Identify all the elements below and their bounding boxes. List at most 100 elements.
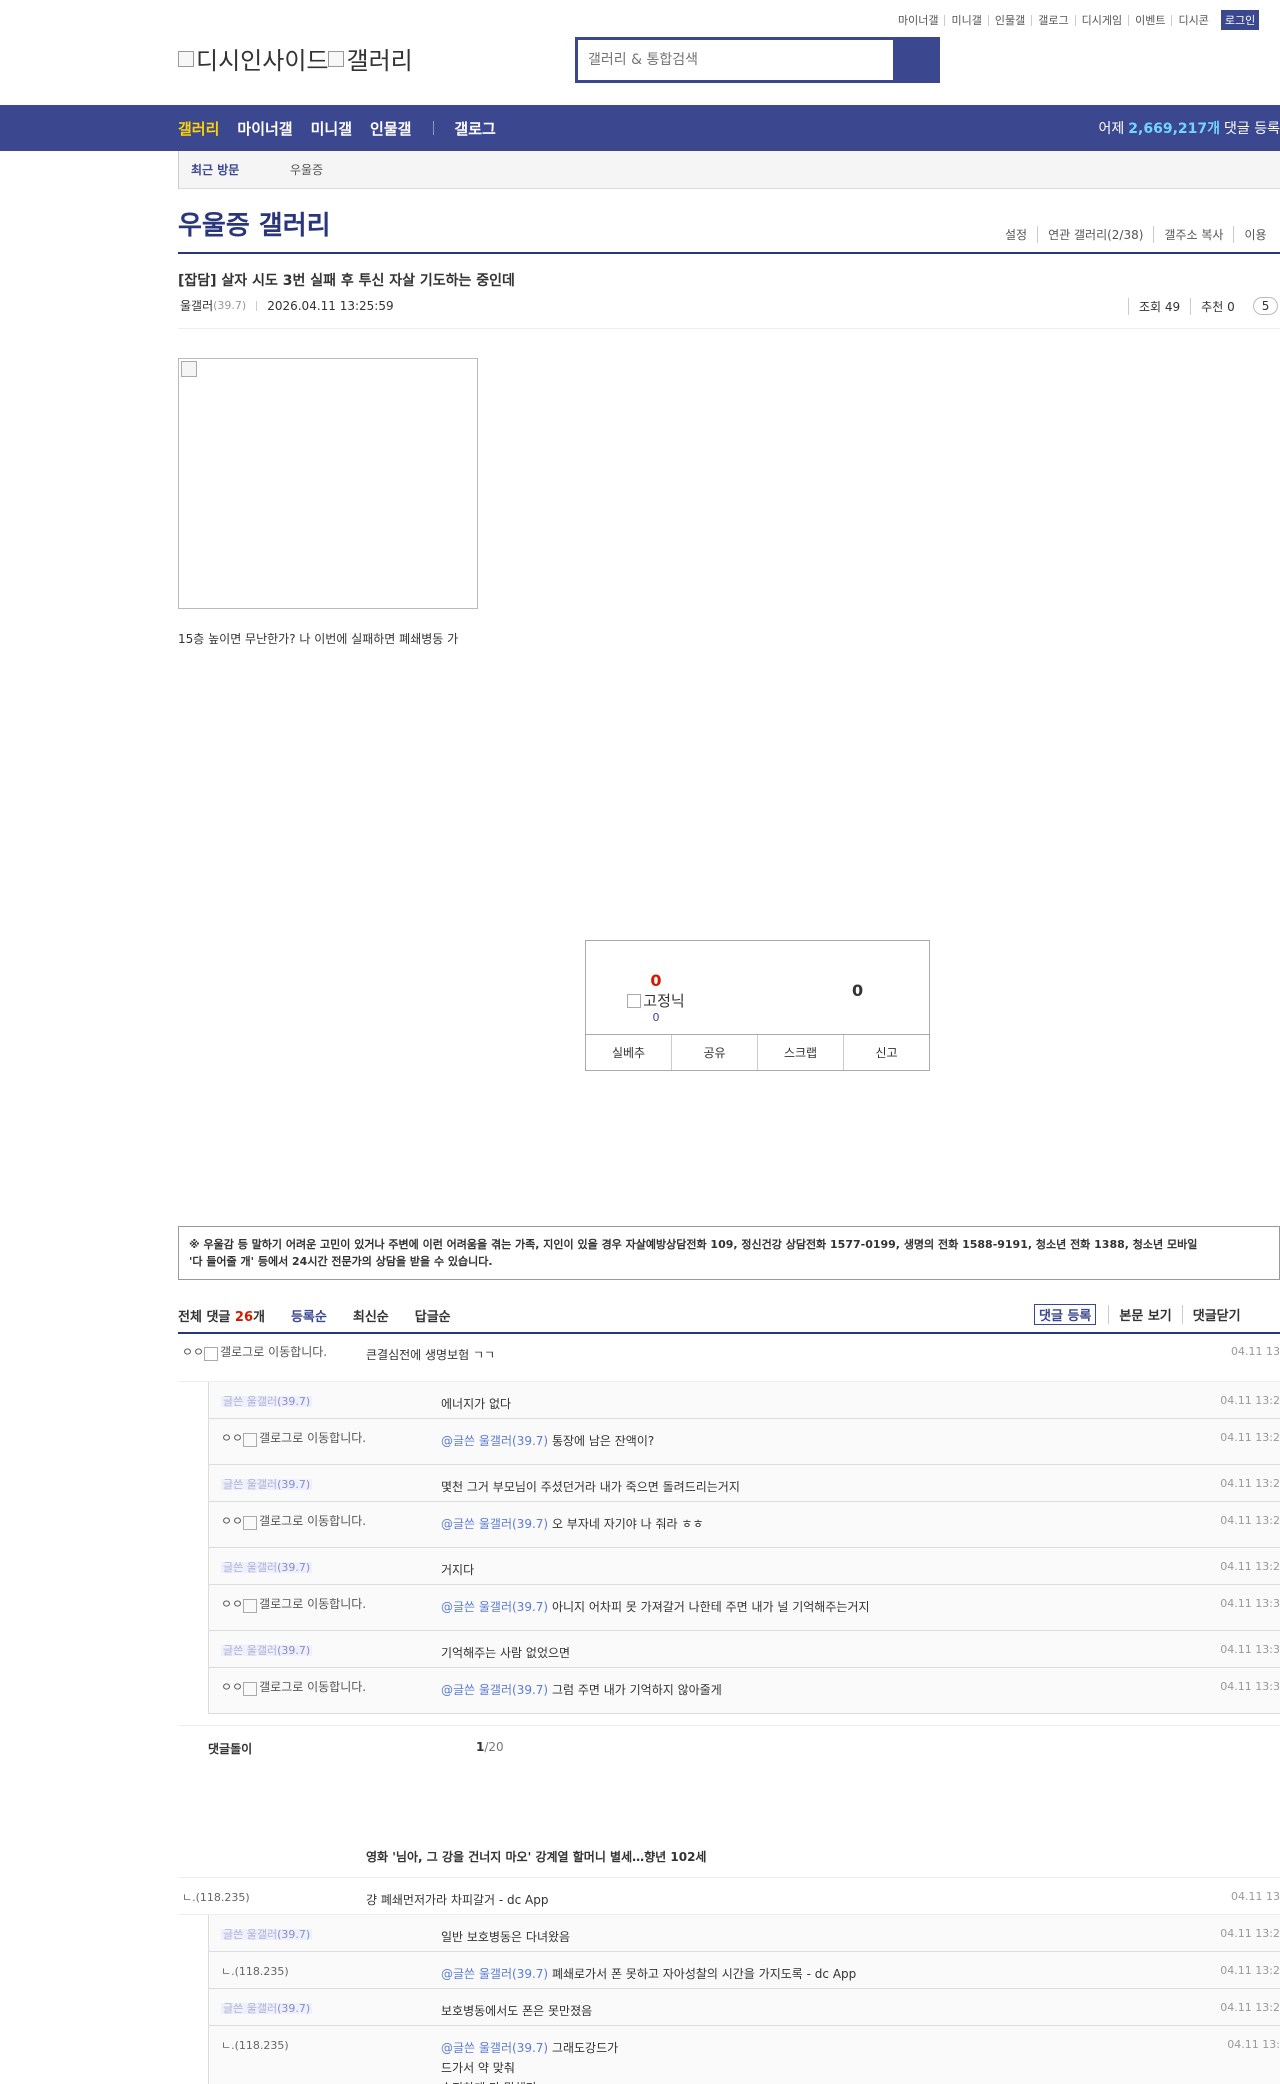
reply-row: 글쓴 울갤러(39.7) 일반 보호병동은 다녀왔음 04.11 13:2 [208, 1915, 1280, 1952]
copy-address-link[interactable]: 갤주소 복사 [1153, 226, 1233, 243]
broken-image-icon [243, 1433, 258, 1447]
util-link-minor[interactable]: 마이너갤 [892, 15, 944, 26]
comment-mention[interactable]: @글쓴 울갤러(39.7) [441, 1517, 548, 1531]
util-link-gallog[interactable]: 갤로그 [1031, 14, 1074, 26]
count-suffix: 댓글 등록 [1224, 121, 1280, 137]
main-nav: 갤러리 마이너갤 미니갤 인물갤 갤로그 어제 2,669,217개 댓글 등록 [0, 105, 1280, 151]
comment-mention[interactable]: @글쓴 울갤러(39.7) [441, 1600, 548, 1614]
post-body-text: 15층 높이면 무난한가? 나 이번에 실패하면 폐쇄병동 가 [178, 632, 459, 646]
search-button[interactable] [893, 40, 937, 80]
recent-visits-title[interactable]: 최근 방문 [178, 150, 290, 189]
util-link-game[interactable]: 디시게임 [1074, 14, 1128, 26]
post-header-divider [178, 328, 1280, 329]
news-headline[interactable]: 영화 '님아, 그 강을 건너지 마오' 강계열 할머니 별세…향년 102세 [366, 1848, 706, 1865]
post-comment-count[interactable]: 5 [1252, 297, 1279, 315]
notice-line-1: ※ 우울감 등 말하기 어려운 고민이 있거나 주변에 이런 어려움을 겪는 가… [189, 1238, 1198, 1251]
comment-writer[interactable]: 글쓴 울갤러(39.7) [221, 1396, 313, 1407]
vote-up-area[interactable]: 0 고정닉 0 [626, 971, 686, 1024]
site-logo[interactable]: 디시인사이드 갤러리 [178, 41, 413, 76]
sort-registered[interactable]: 등록순 [291, 1306, 327, 1325]
nav-item-person[interactable]: 인물갤 [370, 118, 411, 139]
comment-nick[interactable]: ㄴ.(118.235) [221, 2040, 289, 2051]
comment-text: 에너지가 없다 [441, 1394, 511, 1414]
comment-body: 그래도강드가 [551, 2041, 619, 2055]
search-input[interactable] [578, 40, 893, 80]
nav-item-gallery[interactable]: 갤러리 [178, 118, 219, 139]
comment-body: 몇천 그거 부모님이 주셨던거라 내가 죽으면 돌려드리는거지 [441, 1480, 740, 1494]
gallog-link-alt[interactable]: 갤로그로 이동합니다. [259, 1432, 366, 1444]
comment-text: @글쓴 울갤러(39.7) 폐쇄로가서 폰 못하고 자아성찰의 시간을 가지도록… [441, 1964, 856, 1984]
comment-mention[interactable]: @글쓴 울갤러(39.7) [441, 1967, 548, 1981]
count-prefix: 어제 [1098, 121, 1125, 137]
util-link-mini[interactable]: 미니갤 [944, 14, 987, 26]
gallog-link-alt[interactable]: 갤로그로 이동합니다. [220, 1346, 327, 1358]
comment-nick[interactable]: ㄴ.(118.235) [182, 1892, 250, 1903]
comment-text: 기억해주는 사람 없었으면 [441, 1643, 570, 1663]
recent-visit-item[interactable]: 우울증 [290, 161, 323, 178]
comment-date: 04.11 13:2 [1220, 1477, 1280, 1490]
util-link-person[interactable]: 인물갤 [987, 14, 1031, 26]
vote-down-count[interactable]: 0 [852, 981, 863, 1000]
count-value: 2,669,217개 [1128, 121, 1221, 137]
login-button[interactable]: 로그인 [1220, 10, 1260, 30]
comment-nick[interactable]: ㅇㅇ 갤로그로 이동합니다. [221, 1598, 366, 1613]
usage-link[interactable]: 이용 [1233, 226, 1276, 243]
comment-mention[interactable]: @글쓴 울갤러(39.7) [441, 2041, 548, 2055]
comment-nick[interactable]: ㅇㅇ 갤로그로 이동합니다. [221, 1681, 366, 1696]
nav-item-gallog[interactable]: 갤로그 [454, 118, 495, 139]
related-gallery-link[interactable]: 연관 갤러리(2/38) [1037, 226, 1153, 243]
comment-text: 보호병동에서도 폰은 못만졌음 [441, 2001, 592, 2021]
comment-date: 04.11 13:2 [1220, 1514, 1280, 1527]
reply-row: ㅇㅇ 갤로그로 이동합니다. @글쓴 울갤러(39.7) 통장에 남은 잔액이? 04… [208, 1419, 1280, 1465]
comment-register-button[interactable]: 댓글 등록 [1034, 1304, 1097, 1325]
comment-text: 거지다 [441, 1560, 474, 1580]
comment-date: 04.11 13:3 [1220, 1597, 1280, 1610]
gallog-link-alt[interactable]: 갤로그로 이동합니다. [259, 1681, 366, 1693]
share-button[interactable]: 공유 [671, 1035, 757, 1070]
comment-nick[interactable]: ㅇㅇ 갤로그로 이동합니다. [221, 1515, 366, 1530]
comment-list-secondary: ㄴ.(118.235) 걍 폐쇄먼저가라 차피갈거 - dc App 04.11 1… [178, 1878, 1280, 2084]
sort-replies[interactable]: 답글순 [415, 1306, 451, 1325]
post-author[interactable]: 울갤러 [180, 297, 213, 314]
comment-list: ㅇㅇ 갤로그로 이동합니다. 큰결심전에 생명보험 ㄱㄱ 04.11 13 글쓴 울갤러… [178, 1333, 1280, 1714]
writer-ip: (39.7) [277, 1928, 311, 1941]
util-link-event[interactable]: 이벤트 [1128, 14, 1171, 26]
gallery-settings-link[interactable]: 설정 [995, 226, 1037, 243]
close-comments-button[interactable]: 댓글닫기 [1181, 1305, 1251, 1324]
nav-item-mini[interactable]: 미니갤 [311, 118, 352, 139]
fixnick-text: 고정닉 [643, 992, 685, 1010]
gallog-link-alt[interactable]: 갤로그로 이동합니다. [259, 1515, 366, 1527]
nav-menu: 갤러리 마이너갤 미니갤 인물갤 갤로그 [178, 105, 514, 151]
comment-writer[interactable]: 글쓴 울갤러(39.7) [221, 2003, 313, 2014]
nav-item-minor[interactable]: 마이너갤 [237, 118, 292, 139]
gallery-title[interactable]: 우울증 갤러리 [178, 205, 331, 242]
post-stats: 조회 49 추천 0 5 [1128, 297, 1279, 315]
scrap-button[interactable]: 스크랩 [757, 1035, 843, 1070]
comment-nick[interactable]: ㄴ.(118.235) [221, 1966, 289, 1977]
comment-nick[interactable]: ㅇㅇ 갤로그로 이동합니다. [182, 1346, 327, 1361]
comment-writer[interactable]: 글쓴 울갤러(39.7) [221, 1928, 313, 1941]
comment-mention[interactable]: @글쓴 울갤러(39.7) [441, 1434, 548, 1448]
comment-date: 04.11 13:2 [1220, 1927, 1280, 1940]
comment-text: @글쓴 울갤러(39.7) 그래도강드가드가서 약 맞춰순진하게 다 말해라 [441, 2038, 618, 2084]
comment-mention[interactable]: @글쓴 울갤러(39.7) [441, 1683, 548, 1697]
fixnick-count: 0 [652, 1011, 660, 1024]
sort-latest[interactable]: 최신순 [353, 1306, 389, 1325]
best-recommend-button[interactable]: 실베추 [586, 1035, 671, 1070]
comment-nick[interactable]: ㅇㅇ 갤로그로 이동합니다. [221, 1432, 366, 1447]
comment-body: 걍 폐쇄먼저가라 차피갈거 - dc App [366, 1893, 549, 1907]
nav-divider [433, 121, 435, 135]
comment-body: 에너지가 없다 [441, 1397, 512, 1411]
writer-tag: 글쓴 울갤러(39.7) [221, 1644, 313, 1657]
comment-date: 04.11 13:2 [1220, 1431, 1280, 1444]
comment-writer[interactable]: 글쓴 울갤러(39.7) [221, 1644, 313, 1657]
fixnick-label: 고정닉 [626, 990, 686, 1011]
gallog-link-alt[interactable]: 갤로그로 이동합니다. [259, 1598, 366, 1610]
comment-header: 전체 댓글 26개 등록순 최신순 답글순 댓글 등록 본문 보기 댓글닫기 [178, 1304, 1280, 1325]
report-button[interactable]: 신고 [843, 1035, 929, 1070]
util-link-dccon[interactable]: 디시콘 [1171, 14, 1214, 26]
view-body-button[interactable]: 본문 보기 [1108, 1305, 1181, 1324]
comment-writer[interactable]: 글쓴 울갤러(39.7) [221, 1562, 313, 1573]
comment-text: @글쓴 울갤러(39.7) 통장에 남은 잔액이? [441, 1431, 654, 1451]
comment-writer[interactable]: 글쓴 울갤러(39.7) [221, 1479, 313, 1490]
